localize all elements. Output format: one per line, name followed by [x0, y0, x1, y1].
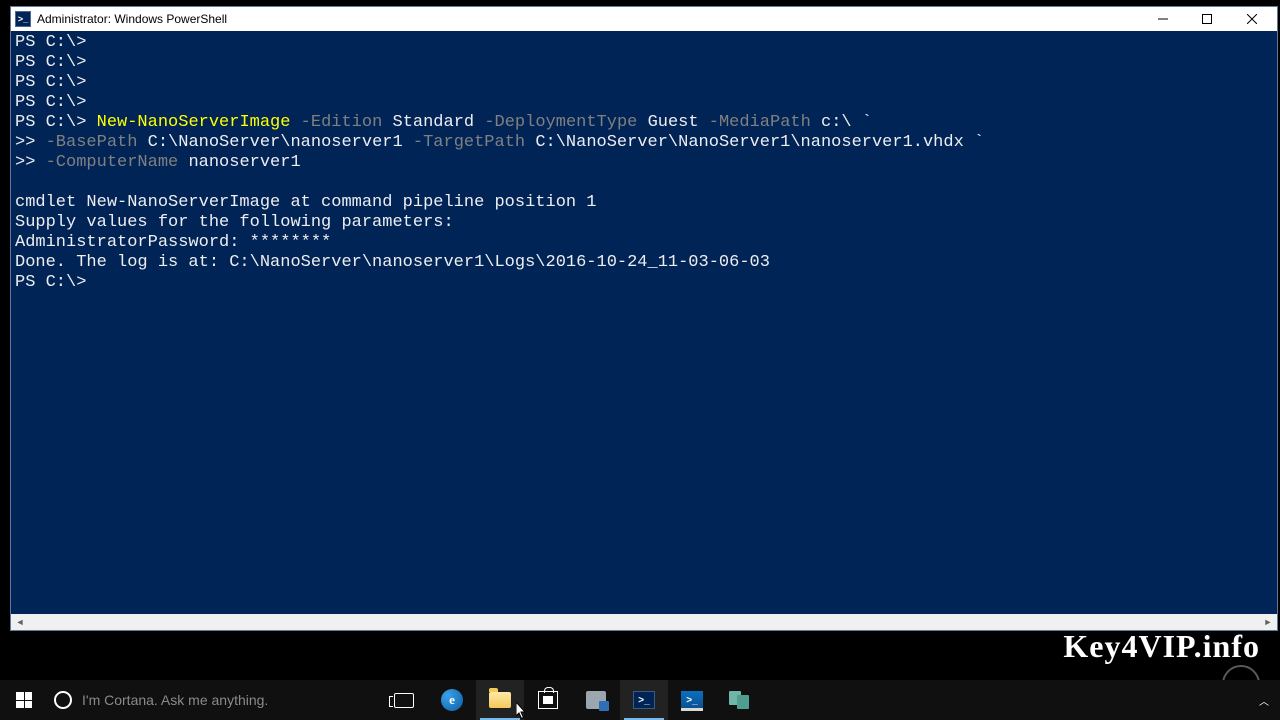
param-mediapath: -MediaPath [709, 113, 811, 132]
backtick: ` [862, 113, 872, 132]
store-taskbar-button[interactable] [524, 680, 572, 720]
tray-overflow-button[interactable]: ︿ [1248, 680, 1280, 720]
param-basepath: -BasePath [46, 133, 138, 152]
terminal-output[interactable]: PS C:\> PS C:\> PS C:\> PS C:\> PS C:\> … [11, 31, 1277, 614]
scroll-left-icon[interactable]: ◄ [12, 615, 28, 629]
output-line: Done. The log is at: C:\NanoServer\nanos… [15, 253, 770, 272]
powershell-ise-icon: >_ [681, 691, 703, 709]
prompt: PS C:\> [15, 113, 86, 132]
output-line: Supply values for the following paramete… [15, 213, 454, 232]
prompt: PS C:\> [15, 273, 86, 292]
watermark-text: Key4VIP.info [1063, 628, 1260, 665]
scroll-right-icon[interactable]: ► [1260, 615, 1276, 629]
taskbar: I'm Cortana. Ask me anything. e >_ >_ ︿ [0, 680, 1280, 720]
param-deployment: -DeploymentType [484, 113, 637, 132]
output-line: AdministratorPassword: ******** [15, 233, 331, 252]
prompt: PS C:\> [15, 53, 86, 72]
store-icon [538, 691, 558, 709]
param-computername: -ComputerName [46, 153, 179, 172]
output-line: cmdlet New-NanoServerImage at command pi… [15, 193, 597, 212]
value-mediapath: c:\ [821, 113, 852, 132]
backtick: ` [974, 133, 984, 152]
value-basepath: C:\NanoServer\nanoserver1 [148, 133, 403, 152]
window-controls [1141, 7, 1275, 31]
powershell-icon: >_ [15, 11, 31, 27]
cortana-placeholder: I'm Cortana. Ask me anything. [82, 692, 268, 708]
edge-taskbar-button[interactable]: e [428, 680, 476, 720]
task-view-icon [394, 693, 414, 708]
prompt: PS C:\> [15, 73, 86, 92]
file-explorer-taskbar-button[interactable] [476, 680, 524, 720]
windows-logo-icon [16, 692, 32, 708]
cortana-search[interactable]: I'm Cortana. Ask me anything. [48, 680, 380, 720]
cont-prompt: >> [15, 133, 35, 152]
cont-prompt: >> [15, 153, 35, 172]
folder-icon [489, 692, 511, 708]
param-targetpath: -TargetPath [413, 133, 525, 152]
hyperv-icon [729, 691, 751, 709]
powershell-window: >_ Administrator: Windows PowerShell PS … [10, 6, 1278, 631]
powershell-ise-taskbar-button[interactable]: >_ [668, 680, 716, 720]
value-targetpath: C:\NanoServer\NanoServer1\nanoserver1.vh… [535, 133, 963, 152]
window-title: Administrator: Windows PowerShell [37, 12, 1141, 26]
param-edition: -Edition [301, 113, 383, 132]
cortana-icon [54, 691, 72, 709]
minimize-button[interactable] [1141, 7, 1185, 31]
task-view-button[interactable] [380, 680, 428, 720]
close-button[interactable] [1229, 7, 1275, 31]
powershell-icon: >_ [633, 691, 655, 709]
edge-icon: e [441, 689, 463, 711]
maximize-button[interactable] [1185, 7, 1229, 31]
prompt: PS C:\> [15, 93, 86, 112]
server-manager-icon [586, 691, 606, 709]
value-deployment: Guest [648, 113, 699, 132]
value-edition: Standard [393, 113, 475, 132]
server-manager-taskbar-button[interactable] [572, 680, 620, 720]
prompt: PS C:\> [15, 33, 86, 52]
value-computername: nanoserver1 [188, 153, 300, 172]
system-tray: ︿ [1248, 680, 1280, 720]
powershell-taskbar-button[interactable]: >_ [620, 680, 668, 720]
hyperv-taskbar-button[interactable] [716, 680, 764, 720]
start-button[interactable] [0, 680, 48, 720]
titlebar[interactable]: >_ Administrator: Windows PowerShell [11, 7, 1277, 31]
cmdlet-name: New-NanoServerImage [97, 113, 291, 132]
